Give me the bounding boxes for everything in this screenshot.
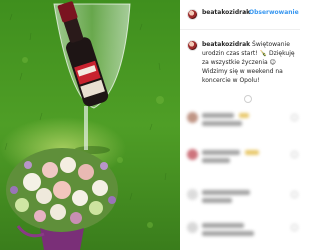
separator-dot: •	[243, 9, 247, 16]
comment-like-heart-icon[interactable]	[291, 191, 298, 198]
comment-row	[187, 108, 300, 130]
commenter-avatar-icon[interactable]	[187, 222, 198, 233]
commenter-avatar-icon[interactable]	[187, 112, 198, 123]
comment-row	[187, 185, 300, 207]
comment-row	[187, 145, 300, 167]
commenter-avatar-icon[interactable]	[187, 189, 198, 200]
comment-like-heart-icon[interactable]	[291, 114, 298, 121]
comment-like-heart-icon[interactable]	[291, 224, 298, 231]
post-header: beatakozidrak • Obserwowanie	[180, 0, 300, 30]
post-photo[interactable]	[0, 0, 180, 250]
caption-avatar-icon[interactable]	[187, 40, 198, 51]
following-button[interactable]: Obserwowanie	[249, 9, 299, 16]
comment-row	[187, 218, 300, 240]
post-side-panel: beatakozidrak • Obserwowanie beatakozidr…	[180, 0, 300, 250]
caption-username[interactable]: beatakozidrak	[202, 41, 250, 48]
comment-like-heart-icon[interactable]	[291, 151, 298, 158]
profile-avatar-icon[interactable]	[187, 9, 198, 20]
commenter-avatar-icon[interactable]	[187, 149, 198, 160]
caption-like-heart-icon[interactable]	[244, 95, 252, 103]
